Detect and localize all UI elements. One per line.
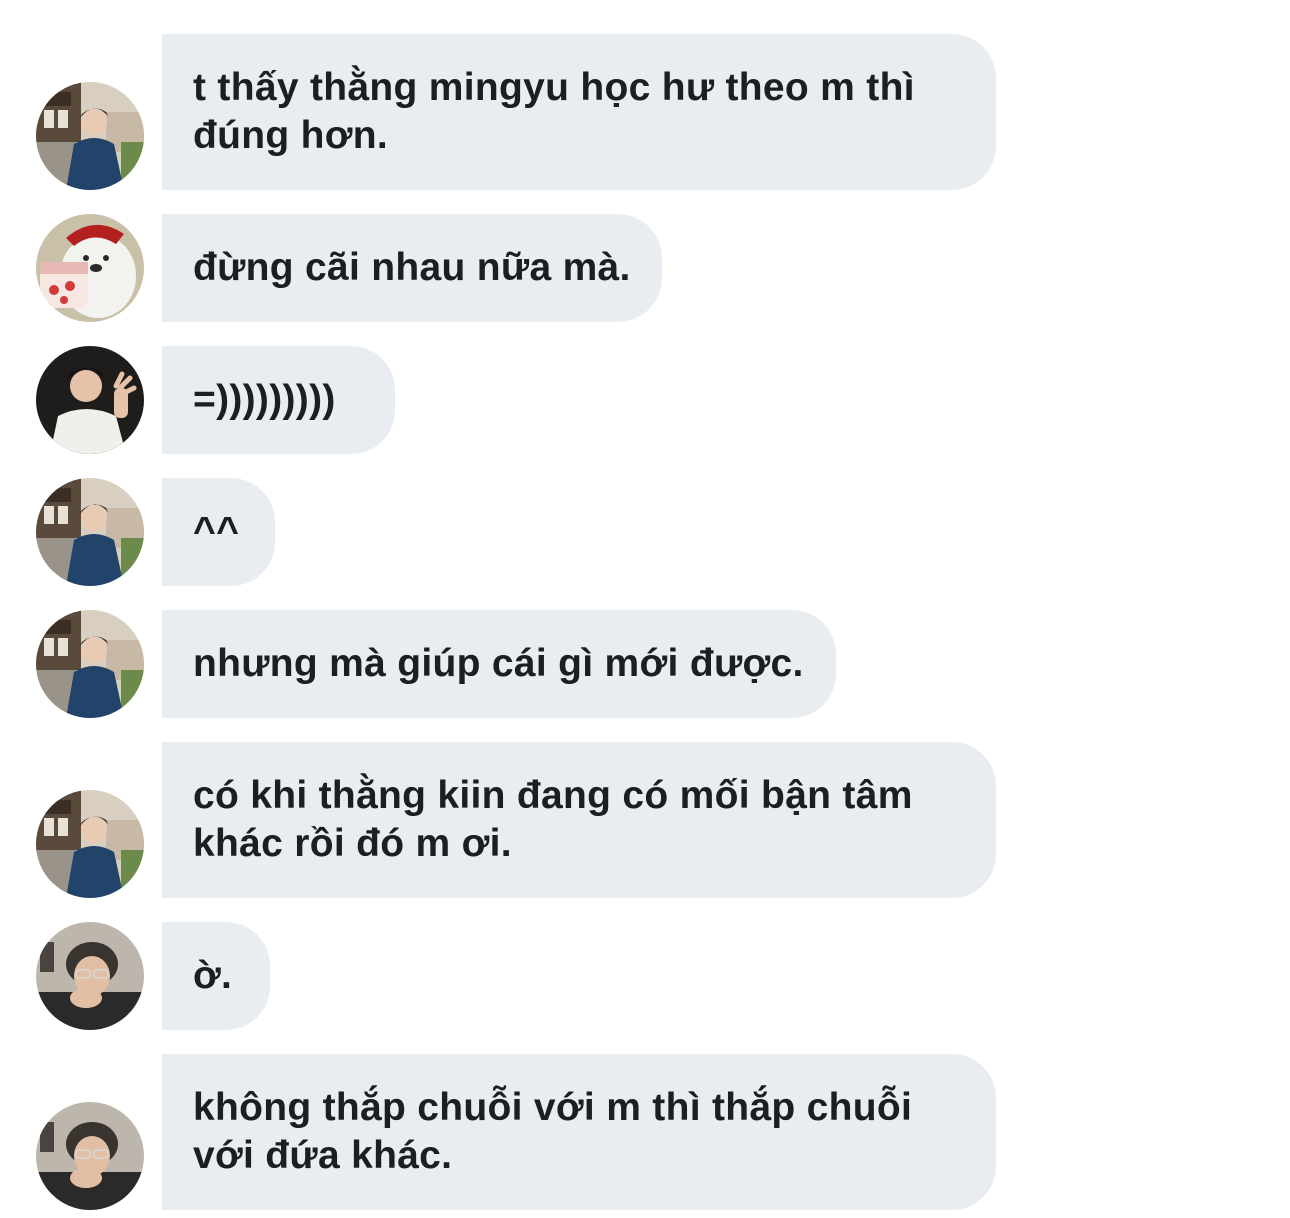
user-a-avatar[interactable] — [36, 478, 144, 586]
message-text: =))))))))) — [193, 378, 336, 421]
user-b-avatar[interactable] — [36, 346, 144, 454]
user-a-avatar-image — [36, 82, 144, 190]
message-text: có khi thằng kiin đang có mối bận tâm kh… — [193, 774, 913, 865]
user-a-avatar[interactable] — [36, 610, 144, 718]
message-bubble[interactable]: đừng cãi nhau nữa mà. — [162, 214, 662, 322]
message-bubble[interactable]: nhưng mà giúp cái gì mới được. — [162, 610, 836, 718]
user-c-avatar[interactable] — [36, 922, 144, 1030]
message-bubble[interactable]: =))))))))) — [162, 346, 395, 454]
message-thread: t thấy thằng mingyu học hư theo m thì đú… — [0, 0, 1290, 1218]
message-bubble[interactable]: ^^ — [162, 478, 275, 586]
user-c-avatar[interactable] — [36, 1102, 144, 1210]
message-text: ^^ — [193, 510, 240, 553]
user-b-avatar-image — [36, 346, 144, 454]
user-c-avatar-image — [36, 922, 144, 1030]
message-bubble[interactable]: t thấy thằng mingyu học hư theo m thì đú… — [162, 34, 996, 190]
user-a-avatar[interactable] — [36, 790, 144, 898]
message-bubble[interactable]: có khi thằng kiin đang có mối bận tâm kh… — [162, 742, 996, 898]
message-text: ờ. — [193, 954, 233, 997]
message-text: đừng cãi nhau nữa mà. — [193, 246, 631, 289]
message-bubble[interactable]: không thắp chuỗi với m thì thắp chuỗi vớ… — [162, 1054, 996, 1210]
user-a-avatar[interactable] — [36, 82, 144, 190]
user-a-avatar-image — [36, 790, 144, 898]
message-text: nhưng mà giúp cái gì mới được. — [193, 642, 804, 685]
message-text: không thắp chuỗi với m thì thắp chuỗi vớ… — [193, 1086, 913, 1177]
user-a-avatar-image — [36, 478, 144, 586]
message-text: t thấy thằng mingyu học hư theo m thì đú… — [193, 66, 915, 157]
bear-avatar-image — [36, 214, 144, 322]
message-bubble[interactable]: ờ. — [162, 922, 270, 1030]
user-c-avatar-image — [36, 1102, 144, 1210]
bear-avatar[interactable] — [36, 214, 144, 322]
user-a-avatar-image — [36, 610, 144, 718]
